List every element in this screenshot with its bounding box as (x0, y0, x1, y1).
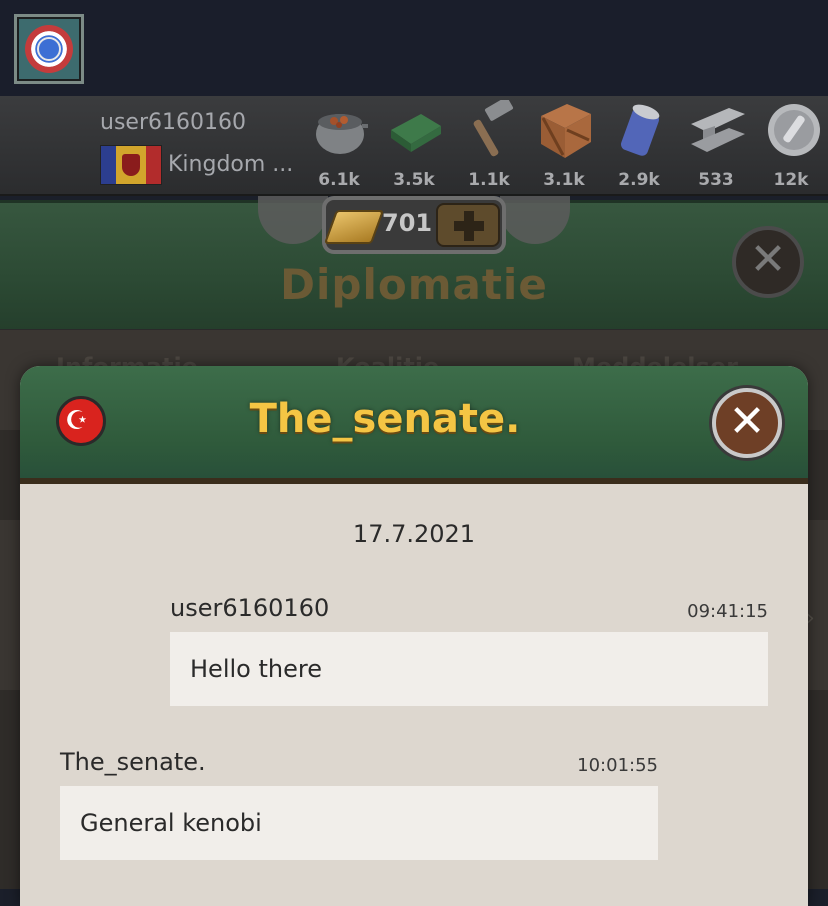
chat-dialog: ☪ The_senate. ✕ 17.7.2021 user6160160 09… (20, 366, 808, 906)
resource-steel[interactable]: 533 (681, 100, 751, 192)
resource-cloth[interactable]: 3.5k (379, 100, 449, 192)
food-pot-icon (316, 114, 368, 154)
avatar-emblem-icon (25, 25, 73, 73)
oil-barrel-icon (621, 104, 660, 156)
page-title: Diplomatie (280, 260, 548, 309)
resource-food-count: 6.1k (318, 170, 360, 190)
resource-tools[interactable]: 1.1k (454, 100, 524, 192)
message-sender: user6160160 (170, 594, 330, 622)
chat-date: 17.7.2021 (352, 520, 476, 548)
resource-oil[interactable]: 2.9k (604, 100, 674, 192)
kingdom-flag-icon (100, 145, 162, 185)
cloth-icon (391, 114, 441, 152)
chat-messages[interactable]: 17.7.2021 user6160160 09:41:15 Hello the… (20, 484, 808, 906)
coin-icon (768, 104, 820, 156)
resource-cloth-count: 3.5k (393, 170, 435, 190)
gold-amount: 701 (382, 209, 433, 237)
close-icon: ✕ (749, 234, 787, 285)
close-chat-button[interactable]: ✕ (712, 388, 782, 458)
hammer-icon (473, 100, 514, 157)
message-bubble: General kenobi (60, 786, 658, 860)
message-bubble: Hello there (170, 632, 768, 706)
kingdom-name: Kingdom ... (168, 152, 294, 177)
add-gold-button[interactable] (436, 203, 500, 247)
steel-beam-icon (691, 108, 745, 152)
resource-coins-count: 12k (773, 170, 809, 190)
device-status-bar (0, 0, 828, 96)
message-time: 09:41:15 (687, 601, 768, 622)
resource-wood-count: 3.1k (543, 170, 585, 190)
chat-title: The_senate. (249, 396, 521, 442)
player-avatar[interactable] (14, 14, 84, 84)
resource-steel-count: 533 (698, 170, 734, 190)
wood-crate-icon (541, 104, 591, 158)
close-diplomacy-button[interactable]: ✕ (732, 226, 804, 298)
player-username: user6160160 (100, 110, 246, 135)
resource-food[interactable]: 6.1k (304, 100, 374, 192)
resource-tools-count: 1.1k (468, 170, 510, 190)
resource-wood[interactable]: 3.1k (529, 100, 599, 192)
resource-coins[interactable]: 12k (756, 100, 826, 192)
message-sender: The_senate. (60, 748, 206, 776)
message-time: 10:01:55 (577, 755, 658, 776)
resource-oil-count: 2.9k (618, 170, 660, 190)
chat-dialog-header: ☪ The_senate. ✕ (20, 366, 808, 484)
close-icon: ✕ (728, 396, 766, 447)
